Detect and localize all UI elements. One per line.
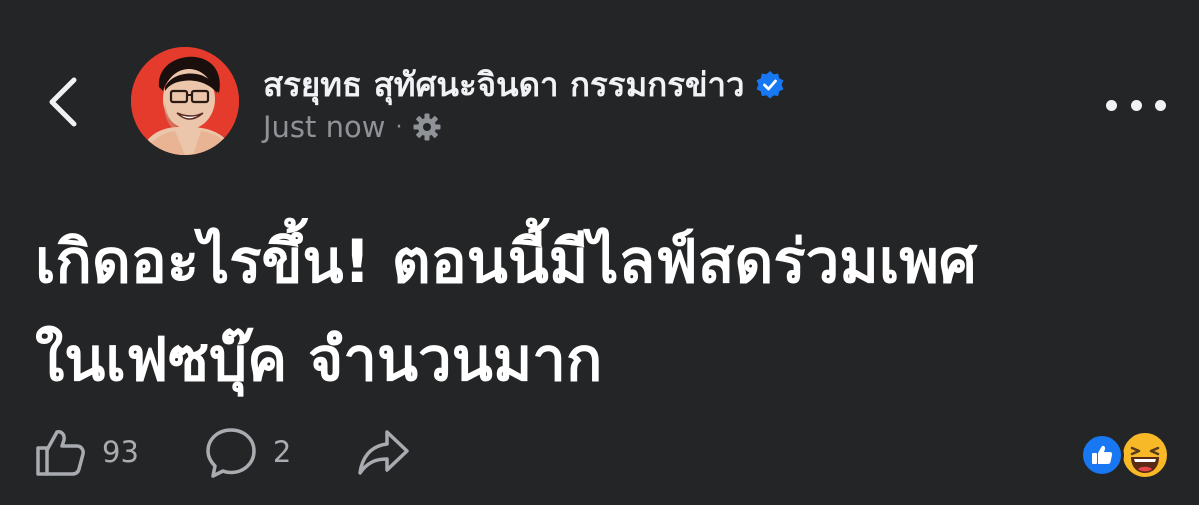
like-reaction-glyph [1092,445,1113,464]
like-button[interactable]: 93 [32,424,139,480]
avatar-portrait [131,47,239,155]
author-row: สรยุทธ สุทัศนะจินดา กรรมกรข่าว [263,58,785,111]
post-text-line: เกิดอะไรขึ้น! ตอนนี้มีไลฟ์สดร่วมเพศ [35,227,977,297]
comment-bubble-icon [206,428,256,478]
post-header: สรยุทธ สุทัศนะจินดา กรรมกรข่าว Just now … [0,0,1199,170]
thumbs-up-icon [36,430,85,476]
comment-button[interactable]: 2 [203,424,291,480]
gear-icon[interactable] [412,112,442,142]
post-meta: Just now · [263,110,442,144]
share-arrow-icon [358,430,410,475]
chevron-left-icon [49,77,77,127]
author-name[interactable]: สรยุทธ สุทัศนะจินดา กรรมกรข่าว [263,58,745,111]
back-button[interactable] [38,72,88,132]
avatar[interactable] [131,47,239,155]
haha-reaction-icon [1121,431,1169,479]
more-horizontal-icon [1106,99,1117,111]
more-options-button[interactable] [1106,95,1166,115]
verified-badge-icon [756,70,783,99]
action-bar: 93 2 [32,420,413,484]
like-count: 93 [102,435,139,469]
comment-count: 2 [272,435,292,469]
more-dot [1130,99,1142,111]
timestamp[interactable]: Just now [263,110,385,144]
post-text-line: ในเฟซบุ๊ค จำนวนมาก [35,325,603,395]
more-dot [1155,99,1166,111]
meta-separator: · [395,114,403,140]
share-button[interactable] [355,424,413,480]
reactions-summary[interactable] [1076,430,1176,480]
post-body: เกิดอะไรขึ้น! ตอนนี้มีไลฟ์สดร่วมเพศ ในเฟ… [35,213,1175,409]
like-reaction-icon [1080,433,1124,477]
